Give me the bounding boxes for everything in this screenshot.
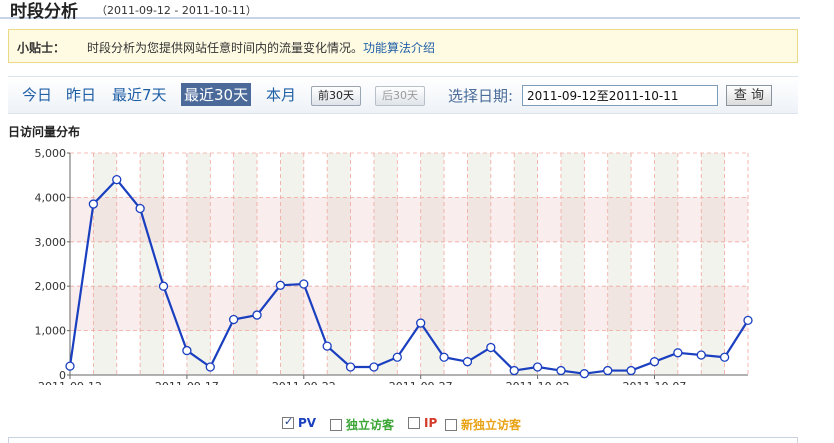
pv-data-point bbox=[439, 352, 449, 362]
pv-data-point bbox=[299, 279, 309, 289]
day-band bbox=[514, 153, 538, 375]
y-tick-label: 1,000 bbox=[35, 325, 67, 338]
pv-data-point bbox=[579, 369, 589, 379]
x-tick-label: 2011-09-17 bbox=[155, 380, 219, 385]
x-tick-label: 2011-09-22 bbox=[272, 380, 336, 385]
x-tick-label: 2011-09-27 bbox=[389, 380, 453, 385]
range-last-30-days[interactable]: 最近30天 bbox=[181, 83, 252, 106]
pv-data-point bbox=[88, 199, 99, 209]
y-tick-label: 3,000 bbox=[35, 236, 67, 249]
pv-data-point bbox=[649, 357, 660, 367]
algorithm-intro-link[interactable]: 功能算法介绍 bbox=[363, 41, 435, 55]
legend-item-new-visitors[interactable]: 新独立访客 bbox=[445, 416, 521, 433]
pv-data-point bbox=[369, 362, 379, 372]
select-date-label: 选择日期: bbox=[448, 87, 514, 105]
query-button[interactable]: 查 询 bbox=[726, 85, 772, 106]
day-band bbox=[140, 153, 164, 375]
pv-data-point bbox=[462, 357, 473, 367]
tip-description: 时段分析为您提供网站任意时间内的流量变化情况。 bbox=[87, 41, 364, 55]
pv-data-point bbox=[135, 203, 145, 214]
pv-data-point bbox=[532, 362, 543, 372]
pv-checkbox[interactable] bbox=[282, 415, 294, 429]
page: 时段分析 （2011-09-12 - 2011-10-11） 小贴士： 时段分析… bbox=[0, 0, 834, 443]
day-band bbox=[654, 153, 678, 375]
day-band bbox=[701, 153, 725, 375]
legend-item-pv[interactable]: PV bbox=[282, 415, 317, 430]
unique-visitors-checkbox[interactable] bbox=[330, 419, 342, 431]
tip-label: 小贴士： bbox=[17, 41, 66, 55]
y-tick-label: 5,000 bbox=[35, 147, 67, 160]
legend-label-unique-visitors: 独立访客 bbox=[346, 418, 395, 432]
range-today[interactable]: 今日 bbox=[22, 84, 52, 105]
pv-data-point bbox=[626, 365, 636, 376]
bottom-frame bbox=[8, 437, 798, 443]
pv-data-point bbox=[275, 280, 286, 290]
legend-label-pv: PV bbox=[298, 416, 317, 430]
tip-text: 时段分析为您提供网站任意时间内的流量变化情况。功能算法介绍 bbox=[87, 39, 435, 56]
date-range-subtitle: （2011-09-12 - 2011-10-11） bbox=[96, 4, 257, 17]
pv-data-point bbox=[486, 342, 496, 353]
y-tick-label: 2,000 bbox=[35, 280, 67, 293]
pv-data-point bbox=[252, 310, 262, 320]
pv-data-point bbox=[65, 361, 75, 371]
pv-data-point bbox=[509, 365, 519, 376]
x-tick-label: 2011-10-02 bbox=[506, 380, 570, 385]
page-title: 时段分析 bbox=[10, 2, 78, 22]
pv-data-point bbox=[416, 318, 426, 328]
legend-item-ip[interactable]: IP bbox=[408, 416, 437, 430]
new-visitors-checkbox[interactable] bbox=[445, 419, 457, 431]
pv-data-point bbox=[112, 174, 122, 185]
pv-data-point bbox=[392, 352, 402, 362]
pv-data-point bbox=[603, 365, 613, 376]
day-band bbox=[467, 153, 491, 375]
pv-data-point bbox=[158, 281, 169, 291]
legend-label-new-visitors: 新独立访客 bbox=[461, 418, 522, 432]
pv-data-point bbox=[322, 341, 332, 351]
day-band bbox=[373, 153, 398, 375]
date-range-input[interactable] bbox=[522, 85, 718, 106]
pv-data-point bbox=[743, 315, 753, 326]
day-band bbox=[93, 153, 117, 375]
legend-item-unique-visitors[interactable]: 独立访客 bbox=[330, 416, 394, 433]
pv-data-point bbox=[182, 345, 192, 356]
next-30-days-button[interactable]: 后30天 bbox=[375, 86, 425, 106]
range-last-7-days[interactable]: 最近7天 bbox=[112, 84, 167, 105]
pv-data-point bbox=[696, 350, 706, 360]
daily-visits-line-chart: 01,0002,0003,0004,0005,0002011-09-122011… bbox=[35, 147, 753, 385]
pv-data-point bbox=[345, 362, 356, 372]
day-band bbox=[280, 153, 304, 375]
day-band bbox=[607, 153, 632, 375]
pv-data-point bbox=[205, 362, 215, 372]
legend-label-ip: IP bbox=[424, 416, 438, 430]
pv-data-point bbox=[719, 352, 730, 362]
x-tick-label: 2011-09-12 bbox=[38, 380, 102, 385]
pv-data-point bbox=[229, 314, 239, 325]
range-this-month[interactable]: 本月 bbox=[266, 84, 296, 105]
x-tick-label: 2011-10-07 bbox=[623, 380, 687, 385]
date-range-toolbar: 今日 昨日 最近7天 最近30天 本月 前30天 后30天 选择日期: 查 询 bbox=[8, 76, 798, 114]
value-band bbox=[70, 197, 748, 242]
day-band bbox=[327, 153, 351, 375]
range-yesterday[interactable]: 昨日 bbox=[66, 84, 96, 105]
ip-checkbox[interactable] bbox=[408, 417, 420, 429]
day-band bbox=[233, 153, 258, 375]
prev-30-days-button[interactable]: 前30天 bbox=[311, 86, 361, 106]
day-band bbox=[186, 153, 211, 375]
pv-data-point bbox=[673, 348, 683, 358]
y-tick-label: 4,000 bbox=[35, 191, 67, 204]
chart-title: 日访问量分布 bbox=[8, 125, 81, 139]
title-bar: 时段分析 （2011-09-12 - 2011-10-11） bbox=[0, 0, 800, 22]
tip-box: 小贴士： 时段分析为您提供网站任意时间内的流量变化情况。功能算法介绍 bbox=[8, 29, 798, 63]
pv-data-point bbox=[556, 365, 566, 376]
day-band bbox=[560, 153, 585, 375]
